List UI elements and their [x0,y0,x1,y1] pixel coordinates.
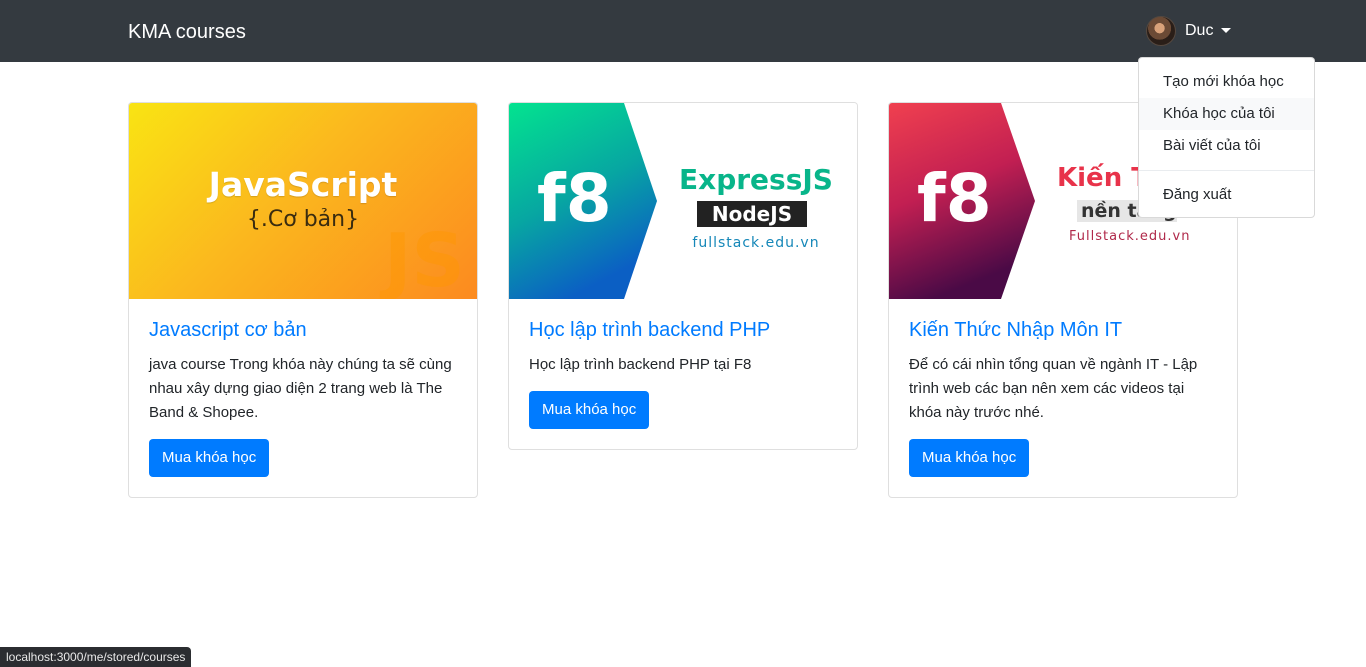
thumbnail-line1: Kiến T [1057,163,1149,193]
avatar [1146,16,1176,46]
thumbnail-main-text: JavaScript [208,165,398,204]
course-description: Để có cái nhìn tổng quan về ngành IT - L… [909,356,1198,421]
thumbnail-line2: NodeJS [711,202,793,226]
buy-course-button[interactable]: Mua khóa học [149,439,270,477]
f8-logo: f8 [537,160,612,237]
course-title[interactable]: Kiến Thức Nhập Môn IT [909,317,1217,343]
course-title[interactable]: Javascript cơ bản [149,317,457,343]
f8-logo: f8 [917,160,992,237]
buy-course-button[interactable]: Mua khóa học [529,391,650,429]
course-description: Học lập trình backend PHP tại F8 [529,356,752,373]
course-card: JS JavaScript {.Cơ bản} Javascript cơ bả… [128,102,478,498]
thumbnail-bg-text: JS [384,218,465,299]
user-menu-toggle[interactable]: Duc [1146,15,1232,47]
course-card: f8 ExpressJS NodeJS fullstack.edu.vn Học… [508,102,858,450]
buy-course-button[interactable]: Mua khóa học [909,439,1030,477]
user-dropdown-menu: Tạo mới khóa học Khóa học của tôi Bài vi… [1138,57,1315,218]
menu-item-create-course[interactable]: Tạo mới khóa học [1139,66,1314,98]
brand-link[interactable]: KMA courses [128,19,246,45]
course-thumbnail[interactable]: JS JavaScript {.Cơ bản} [129,103,477,299]
browser-status-bar: localhost:3000/me/stored/courses [0,647,192,667]
course-description: java course Trong khóa này chúng ta sẽ c… [149,356,452,421]
menu-item-logout[interactable]: Đăng xuất [1139,179,1314,211]
dropdown-divider [1139,170,1314,171]
thumbnail-domain: Fullstack.edu.vn [1069,229,1191,244]
course-thumbnail[interactable]: f8 ExpressJS NodeJS fullstack.edu.vn [509,103,857,299]
course-title[interactable]: Học lập trình backend PHP [529,317,837,343]
thumbnail-sub-text: {.Cơ bản} [246,207,360,232]
thumbnail-domain: fullstack.edu.vn [692,235,820,251]
menu-item-my-courses[interactable]: Khóa học của tôi [1139,98,1314,130]
navbar: KMA courses Duc [0,0,1366,62]
user-name: Duc [1185,22,1214,39]
thumbnail-line1: ExpressJS [679,163,833,196]
caret-down-icon [1221,27,1232,33]
menu-item-my-posts[interactable]: Bài viết của tôi [1139,130,1314,162]
